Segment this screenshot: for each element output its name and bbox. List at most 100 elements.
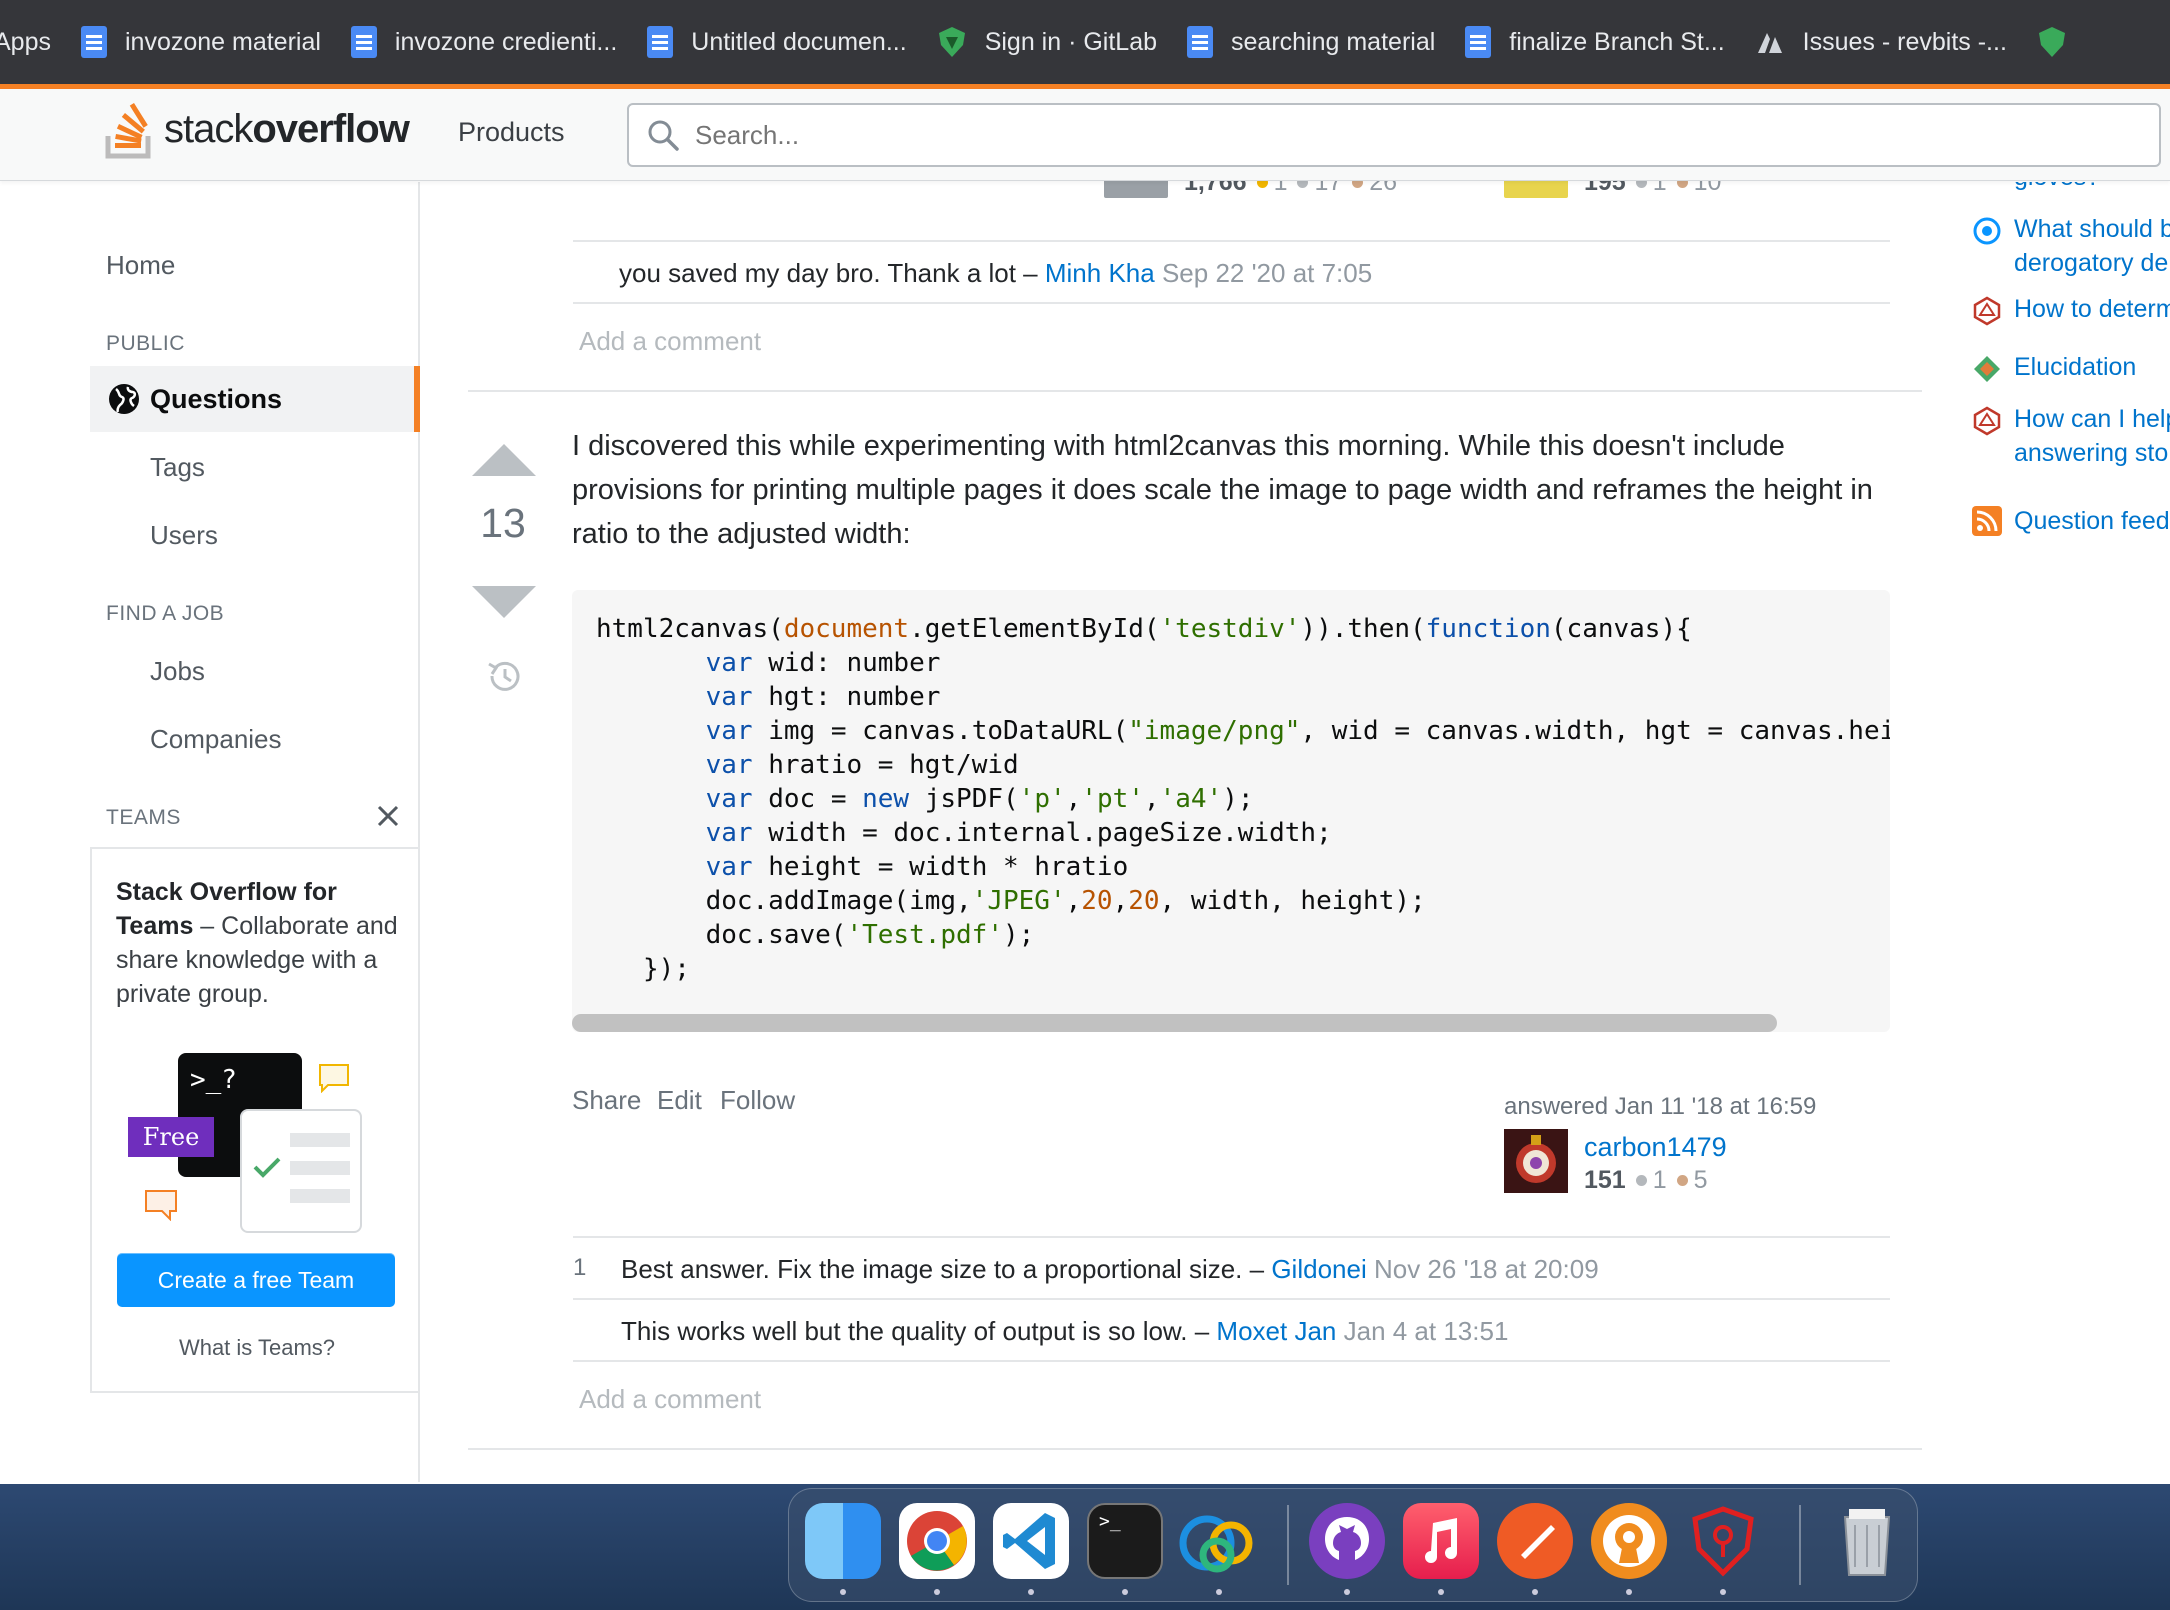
- comment-date: Jan 4 at 13:51: [1343, 1316, 1509, 1346]
- add-comment-link[interactable]: Add a comment: [579, 326, 761, 357]
- nav-section-teams: TEAMS: [106, 806, 181, 829]
- nav-users[interactable]: Users: [150, 520, 218, 551]
- site-header: stackoverflow Products: [0, 89, 2170, 181]
- nav-questions[interactable]: Questions: [90, 366, 420, 432]
- meta-gear-icon: [1973, 217, 2001, 245]
- logo-text-bold: overflow: [252, 106, 409, 151]
- downvote-button[interactable]: [472, 586, 536, 618]
- nav-jobs[interactable]: Jobs: [150, 656, 205, 687]
- answer-divider: [468, 1448, 1922, 1450]
- shield-favicon-icon: [937, 25, 967, 59]
- comment-text: This works well but the quality of outpu…: [621, 1316, 1210, 1346]
- hot-question-link[interactable]: How can I help answering sto: [2014, 402, 2170, 470]
- avatar[interactable]: [1504, 1129, 1568, 1193]
- hot-question-link[interactable]: Elucidation: [2014, 350, 2136, 384]
- comment-date: Sep 22 '20 at 7:05: [1161, 258, 1373, 288]
- dock-separator: [1799, 1505, 1801, 1585]
- history-icon[interactable]: [484, 656, 524, 696]
- github-desktop-icon[interactable]: [1309, 1503, 1385, 1579]
- upvote-button[interactable]: [472, 444, 536, 476]
- comment-user-link[interactable]: Minh Kha: [1045, 258, 1155, 288]
- stackoverflow-logo-icon: [105, 102, 151, 159]
- bookmark-gitlab[interactable]: Sign in · GitLab: [937, 25, 1157, 59]
- checklist-illustration: [240, 1109, 362, 1233]
- google-docs-icon: [80, 26, 107, 58]
- add-comment-link[interactable]: Add a comment: [579, 1384, 761, 1415]
- google-docs-icon: [647, 26, 674, 58]
- comment-divider: [573, 302, 1890, 304]
- search-input[interactable]: [695, 117, 2095, 153]
- left-sidebar: Home PUBLIC Questions Tags Users FIND A …: [0, 182, 420, 1482]
- nav-questions-label: Questions: [150, 384, 283, 414]
- hot-network-icon: [1973, 296, 2001, 326]
- avatar-image: [1504, 1129, 1568, 1193]
- horizontal-scrollbar[interactable]: [572, 1012, 1890, 1032]
- openvpn-icon[interactable]: [1591, 1503, 1667, 1579]
- answer-user-link[interactable]: carbon1479: [1584, 1132, 1727, 1163]
- chrome-icon[interactable]: [899, 1503, 975, 1579]
- postman-icon[interactable]: [1497, 1503, 1573, 1579]
- code-content: html2canvas(document.getElementById('tes…: [596, 614, 1890, 984]
- rss-icon: [1972, 506, 2002, 536]
- bookmark-searching-material[interactable]: searching material: [1187, 26, 1435, 58]
- google-docs-icon: [1465, 26, 1492, 58]
- nav-section-public: PUBLIC: [106, 332, 185, 355]
- terminal-icon[interactable]: >_: [1087, 1503, 1163, 1579]
- question-feed-link[interactable]: Question feed: [2014, 504, 2170, 538]
- hot-question-link[interactable]: How to determ: [2014, 292, 2170, 326]
- shield-app-icon[interactable]: [1685, 1503, 1761, 1579]
- search-box[interactable]: [627, 103, 2161, 167]
- answer-divider: [468, 390, 1922, 392]
- teams-promo: Stack Overflow for Teams – Collaborate a…: [90, 847, 420, 1393]
- products-menu[interactable]: Products: [458, 117, 565, 148]
- comment-text: you saved my day bro. Thank a lot –: [619, 258, 1038, 288]
- nav-home[interactable]: Home: [106, 250, 175, 281]
- answered-timestamp: answered Jan 11 '18 at 16:59: [1504, 1093, 1817, 1120]
- dock-separator: [1287, 1505, 1289, 1585]
- globe-icon: [109, 384, 139, 414]
- macos-dock: >_: [788, 1488, 1918, 1602]
- nav-section-find-job: FIND A JOB: [106, 602, 225, 625]
- vote-count: 13: [480, 500, 526, 546]
- close-icon[interactable]: [376, 804, 400, 828]
- comment-user-link[interactable]: Gildonei: [1271, 1254, 1366, 1284]
- speech-bubble-icon: [145, 1190, 177, 1221]
- create-team-button[interactable]: Create a free Team: [117, 1253, 395, 1307]
- app-icon[interactable]: [1177, 1503, 1253, 1579]
- what-is-teams-link[interactable]: What is Teams?: [92, 1335, 422, 1361]
- comment-score: 1: [573, 1254, 587, 1281]
- bookmark-apps[interactable]: Apps: [0, 28, 51, 57]
- nav-tags[interactable]: Tags: [150, 452, 205, 483]
- vscode-icon[interactable]: [993, 1503, 1069, 1579]
- finder-icon[interactable]: [805, 1503, 881, 1579]
- check-icon: [253, 1157, 281, 1178]
- bookmark-invozone-credentials[interactable]: invozone credienti...: [350, 26, 617, 58]
- stackoverflow-logo[interactable]: stackoverflow: [104, 99, 410, 159]
- bookmark-untitled-document[interactable]: Untitled documen...: [647, 26, 907, 58]
- bookmark-invozone-material[interactable]: invozone material: [80, 26, 321, 58]
- meta-question-link[interactable]: What should b derogatory de: [2014, 212, 2170, 280]
- bookmark-extra[interactable]: [2037, 25, 2085, 59]
- music-icon[interactable]: [1403, 1503, 1479, 1579]
- atlassian-icon: [1755, 25, 1785, 59]
- nav-companies[interactable]: Companies: [150, 724, 282, 755]
- trash-icon[interactable]: [1829, 1503, 1905, 1579]
- bookmark-finalize-branch[interactable]: finalize Branch St...: [1465, 26, 1725, 58]
- right-sidebar: gloves? What should bderogatory de How t…: [1930, 182, 2170, 1482]
- hot-question-link[interactable]: gloves?: [2014, 182, 2100, 194]
- comment: 1 Best answer. Fix the image size to a p…: [573, 1236, 1890, 1298]
- follow-link[interactable]: Follow: [720, 1085, 795, 1116]
- puzzling-icon: [1974, 356, 2000, 382]
- google-docs-icon: [1187, 26, 1214, 58]
- speech-bubble-icon: [319, 1064, 349, 1093]
- comment-user-link[interactable]: Moxet Jan: [1216, 1316, 1336, 1346]
- edit-link[interactable]: Edit: [657, 1085, 702, 1116]
- teams-illustration: >_? Free: [128, 1053, 388, 1243]
- answer-body: I discovered this while experimenting wi…: [572, 430, 1873, 550]
- share-link[interactable]: Share: [572, 1085, 641, 1116]
- shield-favicon-icon: [2037, 25, 2067, 59]
- user-reputation: 151 1 5: [1584, 1166, 1708, 1194]
- bookmark-issues-revbits[interactable]: Issues - revbits -...: [1755, 25, 2007, 59]
- scrollbar-thumb[interactable]: [572, 1014, 1777, 1032]
- code-block: html2canvas(document.getElementById('tes…: [572, 590, 1890, 1032]
